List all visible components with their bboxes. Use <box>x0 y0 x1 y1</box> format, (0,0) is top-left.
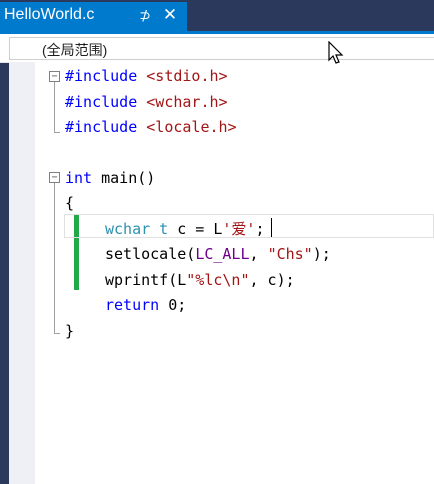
code-line-5: int main() <box>65 169 156 187</box>
outline-guide <box>54 82 55 132</box>
scope-dropdown[interactable]: (全局范围) <box>9 37 434 60</box>
scope-label: (全局范围) <box>42 42 108 58</box>
close-icon[interactable]: ✕ <box>161 6 179 24</box>
pin-icon[interactable]: ⊅ <box>137 8 153 24</box>
document-tab-strip: HelloWorld.c ⊅ ✕ <box>0 0 434 34</box>
collapse-main-icon[interactable]: − <box>49 172 60 183</box>
collapse-includes-icon[interactable]: − <box>49 71 60 82</box>
code-line-3: #include <locale.h> <box>65 118 237 136</box>
code-line-8: setlocale(LC_ALL, "Chs"); <box>105 245 331 263</box>
glyph-margin <box>9 62 35 484</box>
mouse-pointer-icon <box>328 41 344 64</box>
outline-guide-end <box>54 132 60 133</box>
code-line-10: return 0; <box>105 296 187 314</box>
outline-guide <box>54 183 55 333</box>
navigation-bar: (全局范围) <box>0 34 434 63</box>
outline-guide-end <box>54 333 60 334</box>
code-line-1: #include <stdio.h> <box>65 67 228 85</box>
code-line-9: wprintf(L"%lc\n", c); <box>105 271 295 289</box>
text-caret <box>271 218 272 237</box>
tab-helloworld[interactable]: HelloWorld.c ⊅ ✕ <box>0 2 187 31</box>
code-line-11: } <box>65 322 75 340</box>
current-line-highlight <box>64 214 434 238</box>
code-line-2: #include <wchar.h> <box>65 93 228 111</box>
left-dock-strip <box>0 34 9 484</box>
code-line-6: { <box>65 194 75 212</box>
code-editor[interactable]: − − #include <stdio.h> #include <wchar.h… <box>35 62 434 484</box>
tab-title: HelloWorld.c <box>4 6 95 23</box>
